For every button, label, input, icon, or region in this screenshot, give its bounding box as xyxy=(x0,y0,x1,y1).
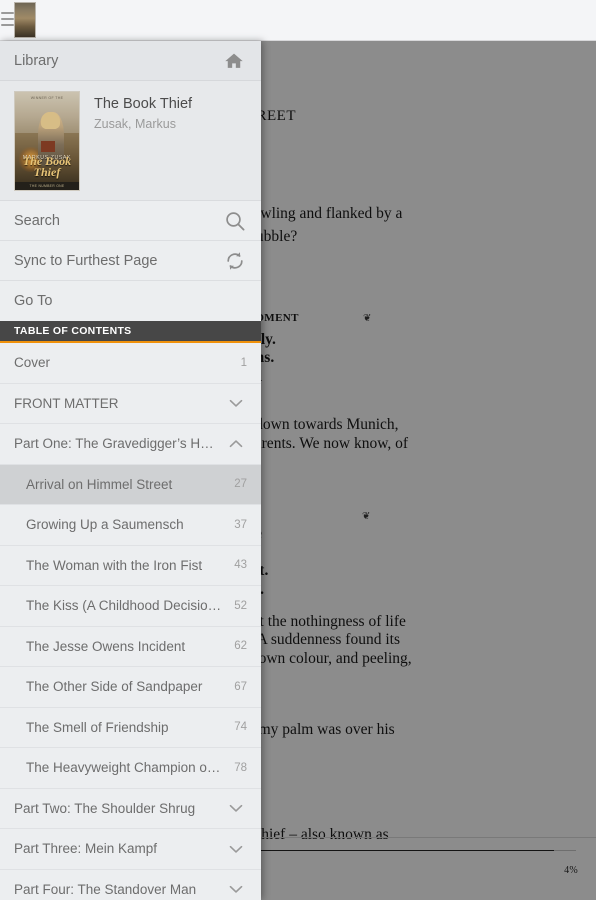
drawer-item-go-to[interactable]: Go To xyxy=(0,281,261,321)
toc-row[interactable]: Part One: The Gravedigger’s Hand… xyxy=(0,424,261,465)
toc-row-page-number: 74 xyxy=(234,721,247,734)
toc-row-label: The Heavyweight Champion of t… xyxy=(26,760,231,776)
table-of-contents-header: TABLE OF CONTENTS xyxy=(0,321,261,343)
toc-row-label: Cover xyxy=(14,355,51,371)
toc-row-page-number: 37 xyxy=(234,518,247,531)
toc-row-label: The Other Side of Sandpaper xyxy=(26,679,203,695)
toc-row-label: Part Three: Mein Kampf xyxy=(14,841,158,857)
toc-row-page-number: 62 xyxy=(234,640,247,653)
go-to-label: Go To xyxy=(14,293,53,309)
toc-row[interactable]: The Kiss (A Childhood Decision-… 52 xyxy=(0,586,261,627)
table-of-contents-list[interactable]: Cover 1 FRONT MATTER Part One: The Gravedig… xyxy=(0,343,261,900)
cover-footer-text: THE NUMBER ONE INTERNATIONAL BESTSELLER xyxy=(29,184,65,189)
toc-row-page-number: 67 xyxy=(234,680,247,693)
search-icon[interactable] xyxy=(223,209,247,233)
toc-row[interactable]: Growing Up a Saumensch 37 xyxy=(0,505,261,546)
toc-row[interactable]: Part Two: The Shoulder Shrug xyxy=(0,788,261,829)
drawer-item-library[interactable]: Library xyxy=(0,41,261,81)
toc-row[interactable]: FRONT MATTER xyxy=(0,383,261,424)
toc-row-label: Arrival on Himmel Street xyxy=(26,476,173,492)
toc-row[interactable]: Arrival on Himmel Street 27 xyxy=(0,464,261,505)
toc-row[interactable]: The Other Side of Sandpaper 67 xyxy=(0,667,261,708)
toc-row-label: Part One: The Gravedigger’s Hand… xyxy=(14,436,225,452)
progress-percent-label: 4% xyxy=(564,865,578,876)
toc-row[interactable]: Part Four: The Standover Man xyxy=(0,869,261,900)
cover-top-text: WINNER OF THE xyxy=(30,95,64,100)
toc-row-label: The Woman with the Iron Fist xyxy=(26,557,203,573)
toc-row-label: Growing Up a Saumensch xyxy=(26,517,184,533)
toc-row-label: FRONT MATTER xyxy=(14,395,119,411)
toc-row[interactable]: Cover 1 xyxy=(0,343,261,384)
toc-row-page-number: 1 xyxy=(240,356,247,369)
library-label: Library xyxy=(14,52,59,69)
toc-row[interactable]: The Heavyweight Champion of t… 78 xyxy=(0,748,261,789)
navigation-drawer[interactable]: Library WINNER OF THE MARKUS ZUSAK The B… xyxy=(0,41,261,900)
book-meta: The Book Thief Zusak, Markus xyxy=(94,91,192,133)
book-cover-image: WINNER OF THE MARKUS ZUSAK The Book Thie… xyxy=(14,91,80,191)
toc-row-page-number: 43 xyxy=(234,559,247,572)
toc-row-page-number: 78 xyxy=(234,761,247,774)
toc-row-page-number: 27 xyxy=(234,478,247,491)
toc-row[interactable]: The Woman with the Iron Fist 43 xyxy=(0,545,261,586)
toc-row-label: The Jesse Owens Incident xyxy=(26,638,186,654)
chevron-down-icon[interactable] xyxy=(225,797,247,819)
toc-row-label: Part Two: The Shoulder Shrug xyxy=(14,800,196,816)
app-top-bar xyxy=(0,0,596,41)
chevron-down-icon[interactable] xyxy=(225,392,247,414)
book-cover-thumbnail[interactable] xyxy=(14,2,36,38)
toc-row[interactable]: Part Three: Mein Kampf xyxy=(0,829,261,870)
hamburger-menu-icon[interactable] xyxy=(1,12,14,28)
toc-row-page-number: 52 xyxy=(234,599,247,612)
toc-row-label: The Smell of Friendship xyxy=(26,719,169,735)
chevron-up-icon[interactable] xyxy=(225,433,247,455)
toc-row-label: The Kiss (A Childhood Decision-… xyxy=(26,598,231,614)
home-icon[interactable] xyxy=(221,50,247,72)
drawer-item-sync-to-furthest-page[interactable]: Sync to Furthest Page xyxy=(0,241,261,281)
chevron-down-icon[interactable] xyxy=(225,838,247,860)
current-book-card[interactable]: WINNER OF THE MARKUS ZUSAK The Book Thie… xyxy=(0,81,261,201)
toc-row-label: Part Four: The Standover Man xyxy=(14,881,197,897)
table-of-contents-header-label: TABLE OF CONTENTS xyxy=(14,325,132,337)
ornament-icon: ❦ xyxy=(363,313,372,324)
chevron-down-icon[interactable] xyxy=(225,878,247,900)
toc-row[interactable]: The Smell of Friendship 74 xyxy=(0,707,261,748)
drawer-item-search[interactable]: Search xyxy=(0,201,261,241)
reader-app-window: on Himmel Street up kneeling and howling… xyxy=(0,0,596,900)
ornament-icon: ❦ xyxy=(362,511,371,522)
cover-title-text: The Book Thief xyxy=(22,154,72,180)
sync-icon[interactable] xyxy=(223,249,247,273)
search-label: Search xyxy=(14,212,60,229)
book-author: Zusak, Markus xyxy=(94,117,176,131)
sync-label: Sync to Furthest Page xyxy=(14,252,158,269)
book-title: The Book Thief xyxy=(94,96,193,112)
toc-row[interactable]: The Jesse Owens Incident 62 xyxy=(0,626,261,667)
